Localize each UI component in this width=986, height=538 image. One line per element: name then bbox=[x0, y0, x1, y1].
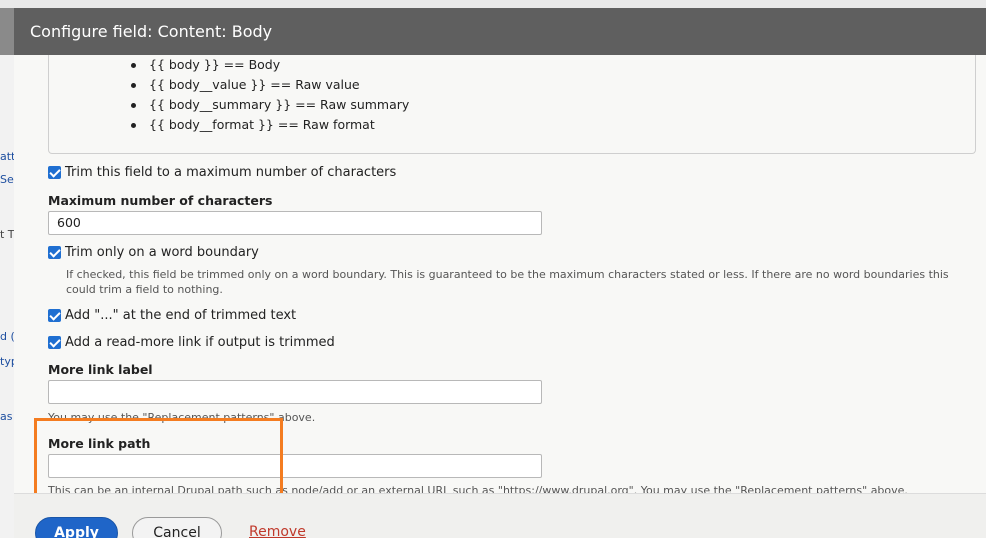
more-link-path-description: This can be an internal Drupal path such… bbox=[48, 484, 908, 493]
trim-checkbox[interactable] bbox=[48, 166, 61, 179]
background-link: Se bbox=[0, 173, 14, 186]
read-more-label[interactable]: Add a read-more link if output is trimme… bbox=[65, 335, 335, 350]
background-toolbar bbox=[0, 0, 986, 8]
more-link-label-description: You may use the "Replacement patterns" a… bbox=[48, 411, 316, 424]
configure-field-dialog: Configure field: Content: Body {{ body }… bbox=[14, 8, 986, 538]
list-item: {{ body__format }} == Raw format bbox=[131, 115, 409, 135]
background-link: atte bbox=[0, 150, 14, 163]
more-link-label-label: More link label bbox=[48, 362, 153, 377]
replacement-patterns-list: {{ body }} == Body {{ body__value }} == … bbox=[131, 55, 409, 135]
apply-button[interactable]: Apply bbox=[35, 517, 118, 538]
word-boundary-label[interactable]: Trim only on a word boundary bbox=[65, 245, 259, 260]
dialog-content[interactable]: {{ body }} == Body {{ body__value }} == … bbox=[14, 55, 986, 493]
list-item: {{ body }} == Body bbox=[131, 55, 409, 75]
more-link-path-input[interactable] bbox=[48, 454, 542, 478]
ellipsis-label[interactable]: Add "..." at the end of trimmed text bbox=[65, 308, 296, 323]
list-item: {{ body__value }} == Raw value bbox=[131, 75, 409, 95]
bullet-icon bbox=[131, 123, 136, 128]
cancel-button[interactable]: Cancel bbox=[132, 517, 222, 538]
remove-link[interactable]: Remove bbox=[249, 524, 306, 538]
trim-checkbox-label[interactable]: Trim this field to a maximum number of c… bbox=[65, 165, 396, 180]
background-page bbox=[0, 55, 14, 538]
bullet-icon bbox=[131, 83, 136, 88]
ellipsis-checkbox[interactable] bbox=[48, 309, 61, 322]
max-chars-input[interactable]: 600 bbox=[48, 211, 542, 235]
more-link-path-label: More link path bbox=[48, 436, 151, 451]
read-more-checkbox[interactable] bbox=[48, 336, 61, 349]
background-link: as bbox=[0, 410, 13, 423]
dialog-title: Configure field: Content: Body bbox=[14, 8, 986, 55]
bullet-icon bbox=[131, 103, 136, 108]
word-boundary-description: If checked, this field be trimmed only o… bbox=[66, 268, 949, 296]
max-chars-label: Maximum number of characters bbox=[48, 193, 273, 208]
more-link-label-input[interactable] bbox=[48, 380, 542, 404]
list-item: {{ body__summary }} == Raw summary bbox=[131, 95, 409, 115]
background-link: d ( bbox=[0, 330, 14, 343]
dialog-button-pane: Apply Cancel Remove bbox=[14, 493, 986, 538]
bullet-icon bbox=[131, 63, 136, 68]
background-text: t T bbox=[0, 228, 14, 241]
replacement-patterns-box: {{ body }} == Body {{ body__value }} == … bbox=[48, 55, 976, 154]
word-boundary-checkbox[interactable] bbox=[48, 246, 61, 259]
background-link: typ bbox=[0, 355, 14, 368]
